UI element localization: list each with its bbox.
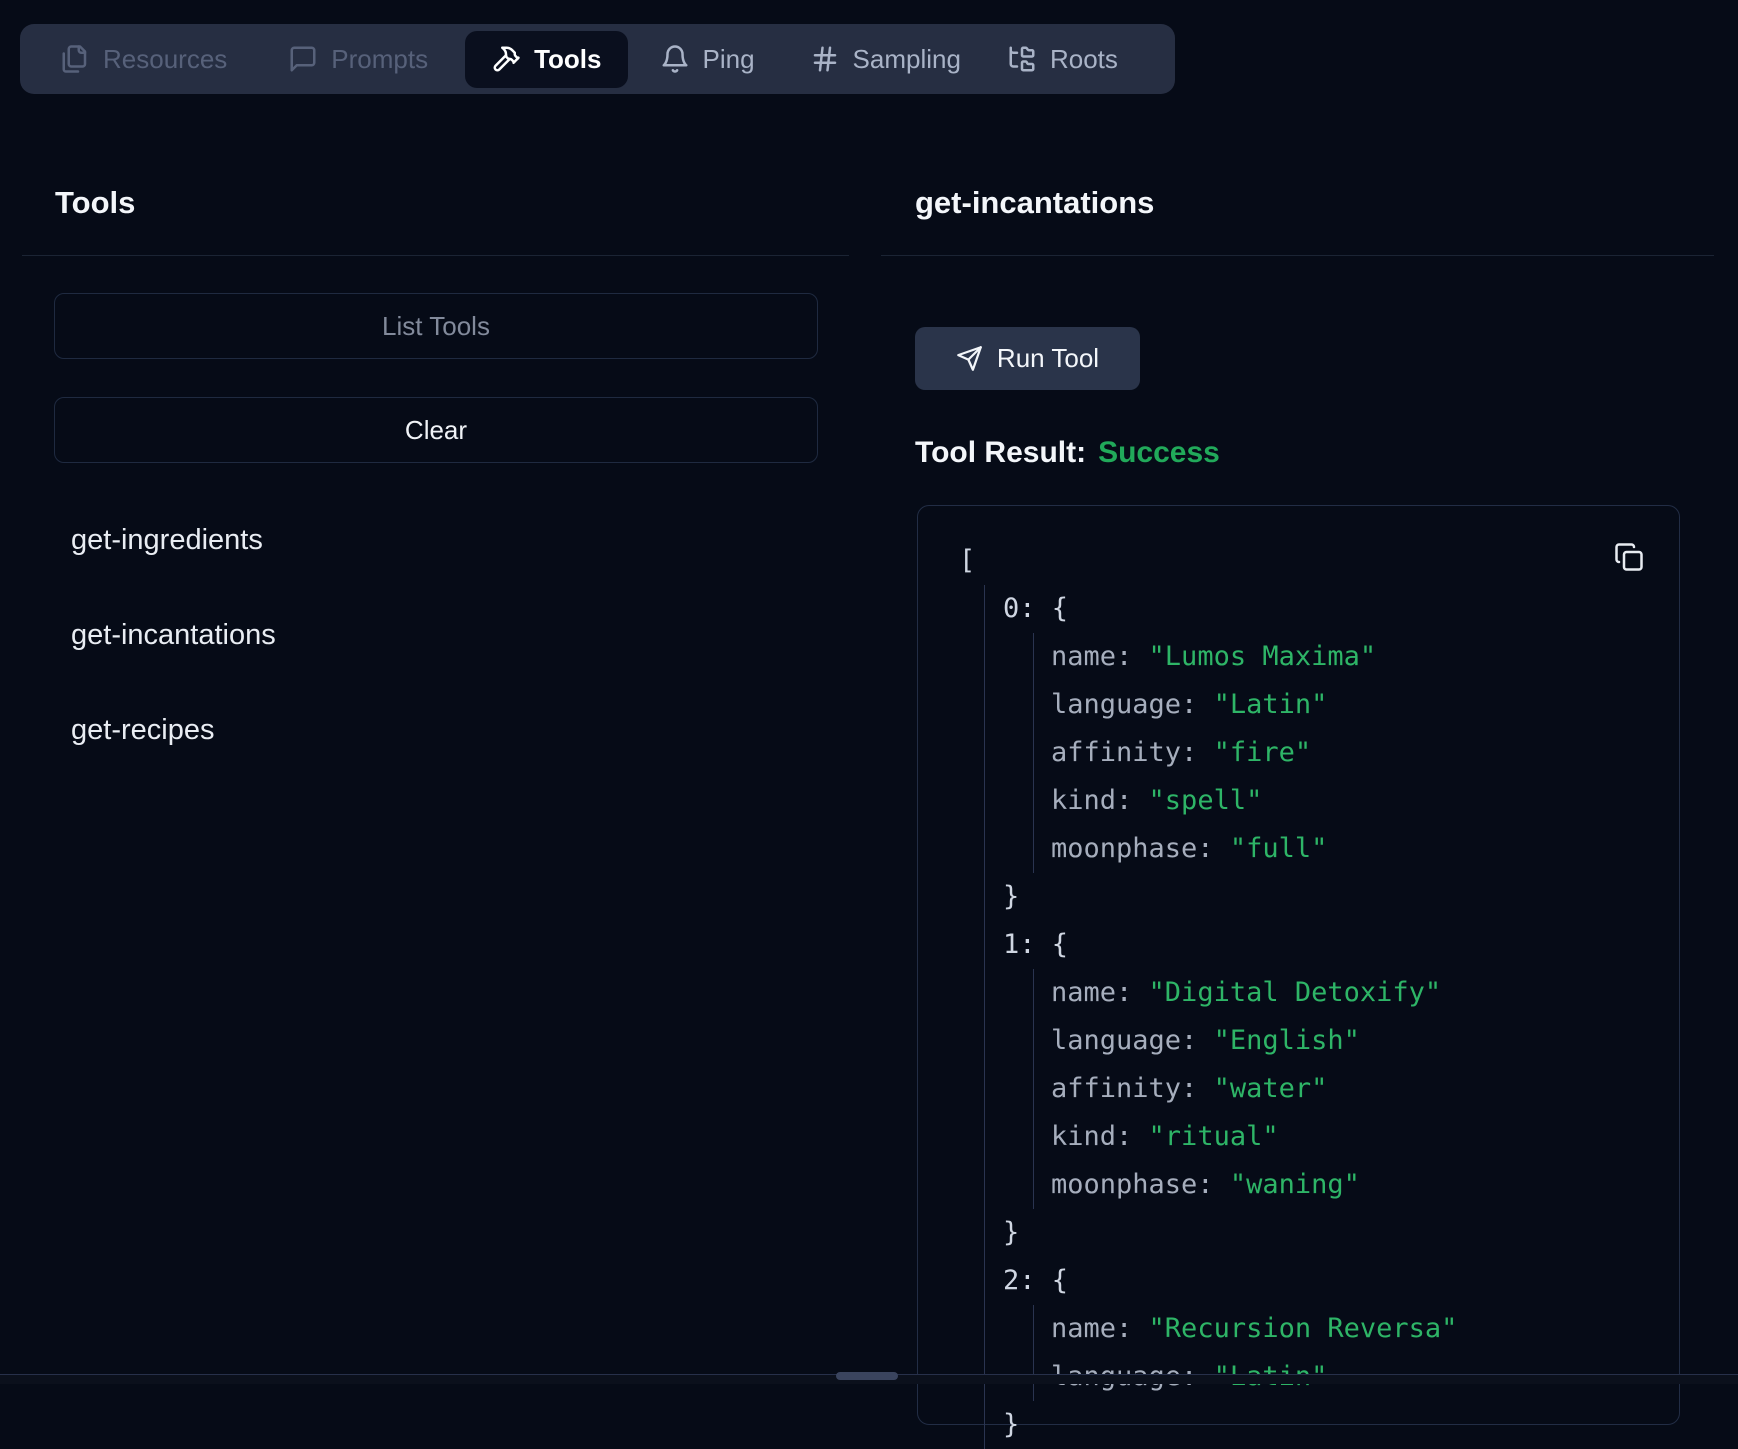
tool-result-line: Tool Result: Success (915, 436, 1220, 470)
json-row: affinity: "water" (1051, 1065, 1679, 1113)
top-nav-bar: Resources Prompts Tools Ping Sampling Roots (20, 24, 1175, 94)
tab-ping[interactable]: Ping (660, 44, 755, 75)
left-panel-divider (22, 255, 849, 256)
run-tool-label: Run Tool (997, 343, 1099, 374)
tool-result-label: Tool Result: (915, 436, 1086, 470)
tab-label: Sampling (853, 44, 961, 75)
message-square-icon (288, 44, 318, 74)
folder-tree-icon (1007, 44, 1037, 74)
json-row: kind: "spell" (1051, 777, 1679, 825)
json-array-level: 0: {name: "Lumos Maxima"language: "Latin… (984, 585, 1679, 1449)
tool-list: get-ingredients get-incantations get-recip… (71, 520, 276, 805)
tool-list-item-get-ingredients[interactable]: get-ingredients (71, 520, 276, 560)
json-row: language: "English" (1051, 1017, 1679, 1065)
json-row: moonphase: "waning" (1051, 1161, 1679, 1209)
tab-label: Tools (534, 44, 601, 75)
json-row: 2: { (1003, 1257, 1679, 1305)
json-row: name: "Recursion Reversa" (1051, 1305, 1679, 1353)
bell-icon (660, 44, 690, 74)
json-object-fields: name: "Recursion Reversa"language: "Lati… (1033, 1305, 1679, 1401)
tab-label: Prompts (331, 44, 428, 75)
json-row: affinity: "fire" (1051, 729, 1679, 777)
list-tools-button[interactable]: List Tools (54, 293, 818, 359)
json-content: [0: {name: "Lumos Maxima"language: "Lati… (918, 537, 1679, 1449)
json-object-fields: name: "Lumos Maxima"language: "Latin"aff… (1033, 633, 1679, 873)
files-icon (60, 44, 90, 74)
json-row: language: "Latin" (1051, 681, 1679, 729)
tab-label: Resources (103, 44, 227, 75)
clear-button[interactable]: Clear (54, 397, 818, 463)
right-panel-divider (881, 255, 1714, 256)
tool-list-item-get-recipes[interactable]: get-recipes (71, 710, 276, 750)
json-row: 0: { (1003, 585, 1679, 633)
tab-tools[interactable]: Tools (465, 31, 627, 88)
selected-tool-title: get-incantations (915, 185, 1154, 221)
json-row: 1: { (1003, 921, 1679, 969)
json-row: } (1003, 1209, 1679, 1257)
json-row: } (1003, 873, 1679, 921)
tab-label: Ping (703, 44, 755, 75)
horizontal-scrollbar[interactable] (0, 1374, 1738, 1384)
tab-resources[interactable]: Resources (60, 44, 227, 75)
hash-icon (810, 44, 840, 74)
hammer-icon (491, 44, 521, 74)
json-row: } (1003, 1401, 1679, 1449)
tool-result-json-viewer: [0: {name: "Lumos Maxima"language: "Lati… (917, 505, 1680, 1425)
json-row: name: "Digital Detoxify" (1051, 969, 1679, 1017)
tab-roots[interactable]: Roots (1007, 44, 1118, 75)
run-tool-button[interactable]: Run Tool (915, 327, 1140, 390)
tool-list-item-get-incantations[interactable]: get-incantations (71, 615, 276, 655)
json-object-fields: name: "Digital Detoxify"language: "Engli… (1033, 969, 1679, 1209)
tab-sampling[interactable]: Sampling (810, 44, 961, 75)
tool-result-status: Success (1098, 436, 1220, 470)
tab-label: Roots (1050, 44, 1118, 75)
horizontal-scrollbar-thumb[interactable] (836, 1372, 898, 1380)
tab-prompts[interactable]: Prompts (288, 44, 428, 75)
json-row: [ (918, 537, 1679, 585)
tools-panel-title: Tools (55, 185, 135, 221)
json-row: moonphase: "full" (1051, 825, 1679, 873)
send-icon (956, 345, 983, 372)
json-row: kind: "ritual" (1051, 1113, 1679, 1161)
json-row: name: "Lumos Maxima" (1051, 633, 1679, 681)
